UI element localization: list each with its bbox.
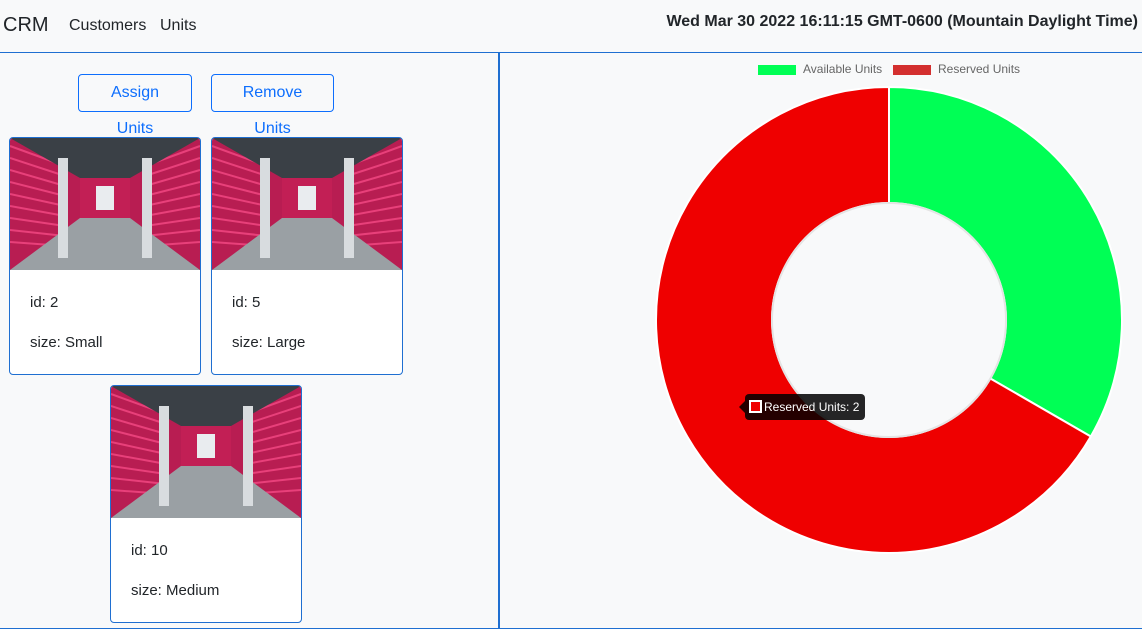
storage-unit-image <box>10 138 200 270</box>
unit-id: id: 2 <box>30 294 59 311</box>
navbar: CRM Customers Units Wed Mar 30 2022 16:1… <box>0 0 1142 53</box>
remove-units-button[interactable]: Remove Units <box>211 74 334 137</box>
unit-card[interactable]: id: 2 size: Small <box>9 137 201 375</box>
unit-size: size: Small <box>30 334 103 351</box>
unit-size: size: Medium <box>131 582 220 599</box>
units-panel: Assign Units Remove Units id: 2 size: Sm… <box>0 53 500 629</box>
unit-card[interactable]: id: 10 size: Medium <box>110 385 302 623</box>
assign-units-button[interactable]: Assign Units <box>78 74 192 137</box>
unit-id: id: 10 <box>131 542 168 559</box>
chart-tooltip: Reserved Units: 2 <box>738 394 866 420</box>
current-datetime: Wed Mar 30 2022 16:11:15 GMT-0600 (Mount… <box>666 13 1138 30</box>
units-donut-chart[interactable] <box>500 53 1142 629</box>
storage-unit-image <box>111 386 301 518</box>
tooltip-text: Reserved Units: 2 <box>764 400 860 414</box>
nav-link-customers[interactable]: Customers <box>69 17 146 35</box>
tooltip-swatch <box>749 400 762 413</box>
unit-size: size: Large <box>232 334 306 351</box>
storage-unit-image <box>212 138 402 270</box>
units-chart-panel: Available Units Reserved Units Reserved … <box>500 53 1142 629</box>
nav-link-units[interactable]: Units <box>160 17 196 35</box>
unit-id: id: 5 <box>232 294 261 311</box>
unit-card[interactable]: id: 5 size: Large <box>211 137 403 375</box>
brand-logo-link[interactable]: CRM <box>3 14 49 37</box>
